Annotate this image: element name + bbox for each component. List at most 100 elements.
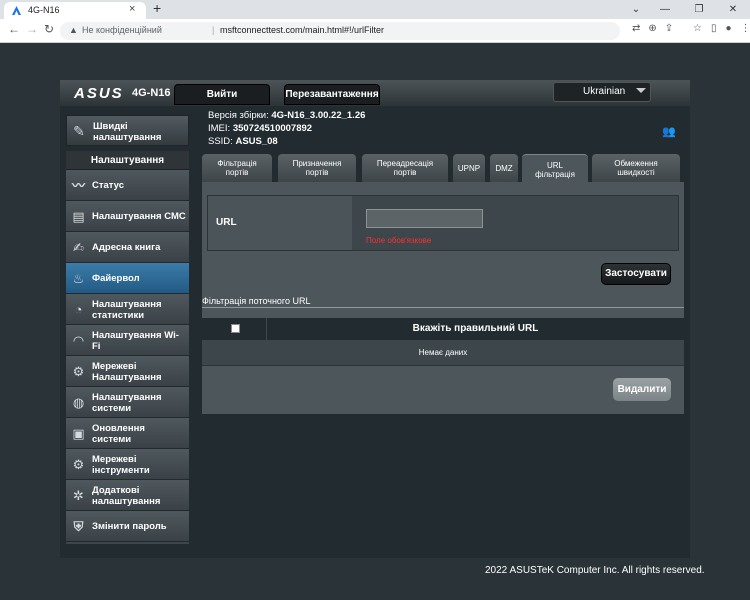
router-top-bar: ASUS 4G-N16 Вийти Перезавантаження Ukrai… <box>60 80 690 106</box>
tab-search-icon[interactable]: ⌄ <box>624 0 648 19</box>
back-icon[interactable]: ← <box>8 22 20 36</box>
minimize-icon[interactable]: — <box>648 0 682 19</box>
tab-label: DMZ <box>495 163 513 173</box>
sidebar-item-label: Оновлення системи <box>92 423 145 445</box>
tab-label: Фільтрація портів <box>217 159 256 177</box>
browser-tab[interactable]: 4G-N16 × <box>4 2 146 19</box>
tab-line2: портів <box>393 168 417 177</box>
url-filter-panel: URL Поле обов'язкове Застосувати Фільтра… <box>202 182 684 414</box>
globe-gear-icon: ⚙ <box>72 364 85 379</box>
close-tab-icon[interactable]: × <box>129 3 135 15</box>
reboot-button[interactable]: Перезавантаження <box>284 84 380 105</box>
tab-speed-limit[interactable]: Обмеження швидкості <box>592 154 680 182</box>
zoom-icon[interactable]: ⊕ <box>648 23 656 34</box>
label-line2: системи <box>92 434 132 445</box>
sidebar-item-firewall[interactable]: ♨ Файервол <box>66 263 189 294</box>
sidebar-item-status[interactable]: 〰 Статус <box>66 170 189 201</box>
tab-label: Переадресація портів <box>377 159 433 177</box>
imei-line: IMEI: 350724510007892 <box>208 123 312 134</box>
tab-url-filtering[interactable]: URL фільтрація <box>522 154 588 184</box>
tab-line1: URL <box>546 160 563 170</box>
url-list-caption: Фільтрація поточного URL <box>202 296 311 306</box>
menu-icon[interactable]: ⋮ <box>741 23 750 34</box>
firmware-value: 4G-N16_3.00.22_1.26 <box>271 110 366 121</box>
sidebar-item-statistics[interactable]: ◔ Налаштування статистики <box>66 294 189 325</box>
tab-label: Призначення портів <box>293 159 342 177</box>
sidebar-item-update[interactable]: ▣ Оновлення системи <box>66 418 189 449</box>
forward-icon[interactable]: → <box>26 22 38 36</box>
sidebar-item-label: Статус <box>92 180 125 191</box>
translate-icon[interactable]: ⇄ <box>632 23 640 34</box>
label-line2: Налаштування <box>92 372 162 383</box>
sidebar-item-password[interactable]: ⛨ Змінити пароль <box>66 511 189 542</box>
label-line1: Оновлення <box>92 423 145 434</box>
label-line2: Fi <box>92 341 101 352</box>
reload-icon[interactable]: ↻ <box>44 22 54 36</box>
language-select[interactable]: Ukrainian <box>553 82 651 102</box>
select-all-checkbox[interactable] <box>231 324 240 333</box>
copyright-text: 2022 ASUSTeK Computer Inc. All rights re… <box>485 565 705 576</box>
browser-tab-title: 4G-N16 <box>28 5 60 15</box>
page-footer: 2022 ASUSTeK Computer Inc. All rights re… <box>0 558 750 600</box>
warning-icon[interactable]: ▲ <box>69 25 78 35</box>
sidebar-item-label: Налаштування СМС <box>92 211 186 222</box>
restore-icon[interactable]: ❐ <box>682 0 716 19</box>
tab-port-filtering[interactable]: Фільтрація портів <box>202 154 272 182</box>
label-line1: Налаштування <box>92 392 162 403</box>
address-separator: | <box>212 25 215 35</box>
tab-port-mapping[interactable]: Призначення портів <box>278 154 356 182</box>
logout-button[interactable]: Вийти <box>174 84 270 105</box>
tab-label: Обмеження швидкості <box>614 159 657 177</box>
sidebar-item-network[interactable]: ⚙ Мережеві Налаштування <box>66 356 189 387</box>
sidebar-icon[interactable]: ▯ <box>711 23 717 34</box>
sidebar-item-system[interactable]: ◍ Налаштування системи <box>66 387 189 418</box>
dropdown-arrow-icon <box>636 88 646 93</box>
url-column-header: Вкажіть правильний URL <box>266 318 684 340</box>
label-line2: статистики <box>92 310 145 321</box>
new-tab-icon[interactable]: + <box>153 0 161 16</box>
sidebar-item-tools[interactable]: ⚙ Мережеві інструменти <box>66 449 189 480</box>
address-bar[interactable]: ▲ Не конфіденційний | msftconnecttest.co… <box>60 22 620 40</box>
quick-setup-button[interactable]: ✎ Швидкі налаштування <box>66 115 189 146</box>
sidebar-item-label: Налаштування системи <box>92 392 162 414</box>
sidebar-item-label: Змінити пароль <box>92 521 167 532</box>
star-icon[interactable]: ☆ <box>693 23 702 34</box>
tab-dmz[interactable]: DMZ <box>490 154 518 182</box>
url-label: URL <box>208 196 352 250</box>
label-line1: Налаштування <box>92 299 162 310</box>
wifi-icon: ◠ <box>73 333 84 348</box>
tab-label: URL фільтрація <box>535 161 575 179</box>
pulse-icon: 〰 <box>71 178 85 193</box>
label-line1: Додаткові <box>92 485 140 496</box>
divider <box>202 307 684 308</box>
close-window-icon[interactable]: ✕ <box>716 0 750 19</box>
delete-button[interactable]: Видалити <box>613 378 671 401</box>
insecure-label[interactable]: Не конфіденційний <box>82 25 162 35</box>
profile-icon[interactable]: ● <box>725 23 731 34</box>
tab-upnp[interactable]: UPNP <box>453 154 485 182</box>
url-input[interactable] <box>366 209 483 228</box>
label-line2: налаштування <box>92 496 161 507</box>
address-url[interactable]: msftconnecttest.com/main.html#!/urlFilte… <box>220 25 384 35</box>
tab-line2: фільтрація <box>535 169 575 179</box>
apply-button[interactable]: Застосувати <box>601 263 671 285</box>
sidebar-item-label: Файервол <box>92 273 140 284</box>
ssid-value: ASUS_08 <box>235 136 278 147</box>
imei-label: IMEI: <box>208 123 231 134</box>
imei-value: 350724510007892 <box>232 123 313 134</box>
users-icon[interactable]: 👥 <box>662 125 676 138</box>
firmware-line: Версія збірки: 4G-N16_3.00.22_1.26 <box>208 110 365 121</box>
sidebar-item-advanced[interactable]: ✲ Додаткові налаштування <box>66 480 189 511</box>
window-controls: ⌄ — ❐ ✕ <box>624 0 750 19</box>
sidebar-item-wifi[interactable]: ◠ Налаштування Wi- Fi <box>66 325 189 356</box>
firmware-label: Версія збірки: <box>208 110 269 121</box>
share-icon[interactable]: ⇪ <box>665 23 673 34</box>
browser-toolbar: ← → ↻ ▲ Не конфіденційний | msftconnectt… <box>0 19 750 43</box>
sidebar-item-label: Мережеві Налаштування <box>92 361 162 383</box>
sidebar-item-sms[interactable]: ▤ Налаштування СМС <box>66 201 189 232</box>
sidebar-item-address-book[interactable]: ✍ Адресна книга <box>66 232 189 263</box>
tab-port-forwarding[interactable]: Переадресація портів <box>362 154 448 182</box>
router-page: ASUS 4G-N16 Вийти Перезавантаження Ukrai… <box>60 80 690 558</box>
sidebar-heading: Налаштування <box>66 151 189 170</box>
label-line1: Налаштування Wi- <box>92 330 179 341</box>
